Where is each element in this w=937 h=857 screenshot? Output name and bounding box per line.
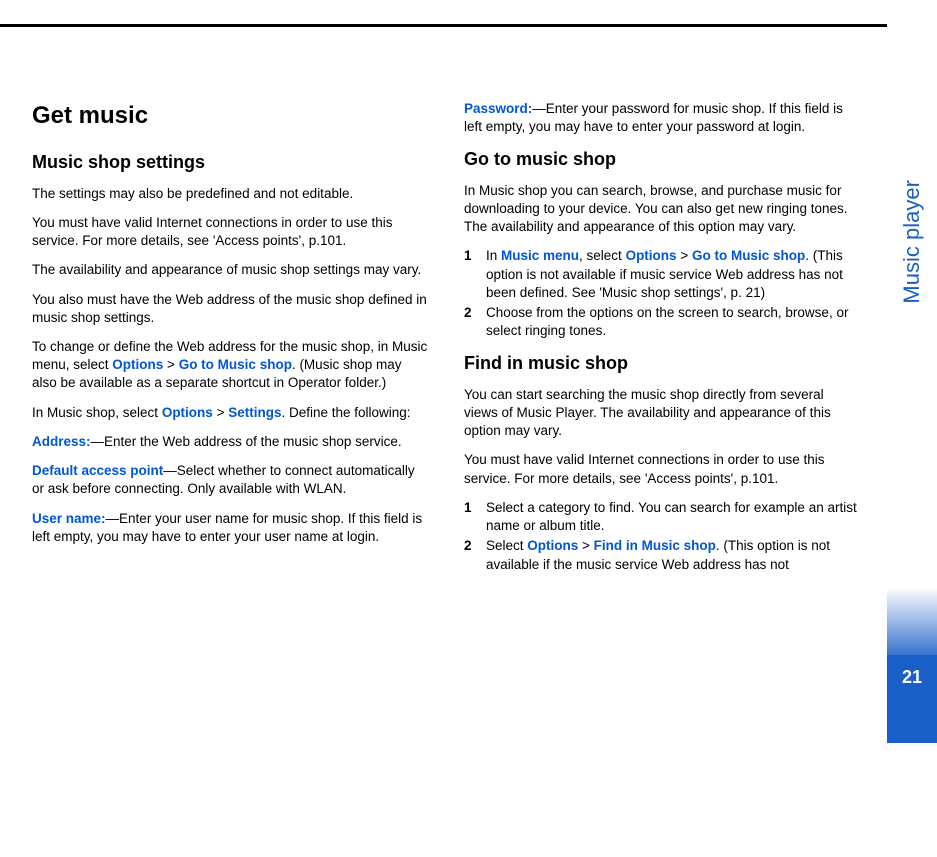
step-item: 2 Choose from the options on the screen … [464,304,860,340]
page-number-box: 21 [887,655,937,743]
section-label: Music player [897,180,927,303]
link-music-menu: Music menu [501,248,579,263]
para: In Music shop, select Options > Settings… [32,404,428,422]
heading-find-in-music-shop: Find in music shop [464,351,860,375]
field-label-address: Address: [32,434,91,449]
link-options: Options [162,405,213,420]
step-text: Choose from the options on the screen to… [486,304,860,340]
side-gradient [887,587,937,665]
link-options: Options [626,248,677,263]
right-column: Password:—Enter your password for music … [464,100,860,585]
top-border [0,24,887,27]
text: > [163,357,178,372]
step-item: 1 In Music menu, select Options > Go to … [464,247,860,302]
link-options: Options [527,538,578,553]
para-password: Password:—Enter your password for music … [464,100,860,136]
text: . Define the following: [281,405,410,420]
para: The settings may also be predefined and … [32,185,428,203]
left-column: Get music Music shop settings The settin… [32,100,428,585]
para: You must have valid Internet connections… [464,451,860,487]
step-text: In Music menu, select Options > Go to Mu… [486,247,860,302]
heading-get-music: Get music [32,100,428,132]
link-settings: Settings [228,405,281,420]
para: To change or define the Web address for … [32,338,428,393]
field-label-user-name: User name: [32,511,106,526]
para: You also must have the Web address of th… [32,291,428,327]
link-find-in-music-shop: Find in Music shop [594,538,716,553]
field-label-default-access-point: Default access point [32,463,163,478]
para-default-access-point: Default access point—Select whether to c… [32,462,428,498]
text: > [677,248,692,263]
step-item: 2 Select Options > Find in Music shop. (… [464,537,860,573]
page-content: Get music Music shop settings The settin… [32,100,860,585]
step-number: 2 [464,304,486,340]
link-go-to-music-shop: Go to Music shop [179,357,292,372]
step-item: 1 Select a category to find. You can sea… [464,499,860,535]
para: You must have valid Internet connections… [32,214,428,250]
heading-music-shop-settings: Music shop settings [32,150,428,174]
side-tab: Music player 21 [887,27,937,665]
link-go-to-music-shop: Go to Music shop [692,248,805,263]
step-number: 2 [464,537,486,573]
para: In Music shop you can search, browse, an… [464,182,860,237]
text: > [578,538,593,553]
step-number: 1 [464,247,486,302]
para-user-name: User name:—Enter your user name for musi… [32,510,428,546]
text: Select [486,538,527,553]
field-label-password: Password: [464,101,532,116]
para: You can start searching the music shop d… [464,386,860,441]
step-list: 1 Select a category to find. You can sea… [464,499,860,574]
step-number: 1 [464,499,486,535]
text: —Enter the Web address of the music shop… [91,434,402,449]
page-number: 21 [902,665,922,689]
para-address: Address:—Enter the Web address of the mu… [32,433,428,451]
step-text: Select Options > Find in Music shop. (Th… [486,537,860,573]
heading-go-to-music-shop: Go to music shop [464,147,860,171]
text: > [213,405,228,420]
step-text: Select a category to find. You can searc… [486,499,860,535]
text: , select [579,248,626,263]
text: In Music shop, select [32,405,162,420]
link-options: Options [112,357,163,372]
para: The availability and appearance of music… [32,261,428,279]
step-list: 1 In Music menu, select Options > Go to … [464,247,860,340]
text: In [486,248,501,263]
